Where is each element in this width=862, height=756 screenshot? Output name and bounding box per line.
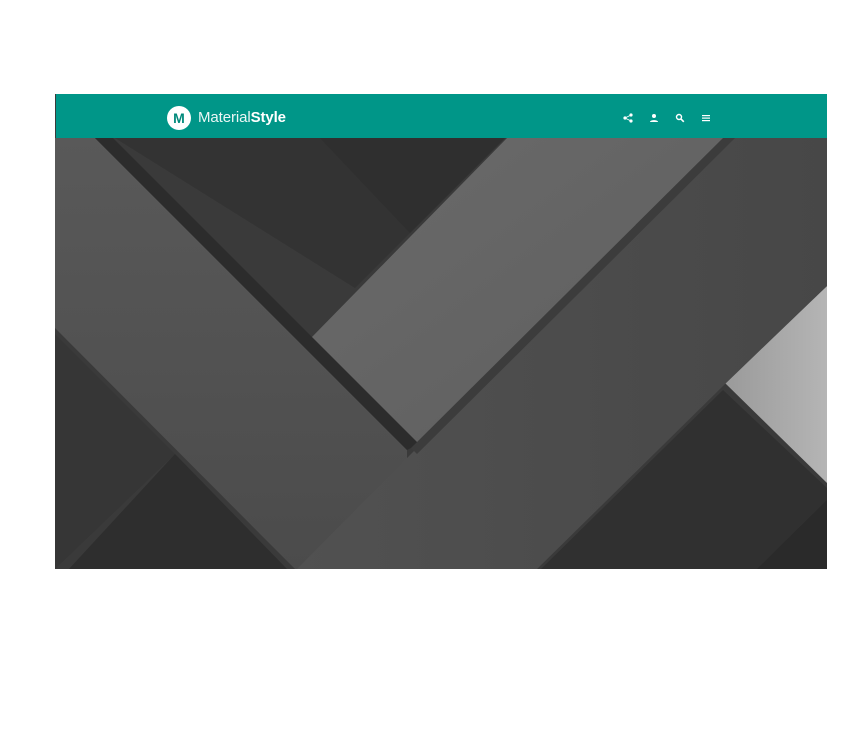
share-icon bbox=[623, 113, 633, 123]
app-window: M MaterialStyle bbox=[55, 94, 827, 569]
toolbar-actions bbox=[619, 109, 723, 127]
brand-name-bold: Style bbox=[250, 109, 286, 126]
share-button[interactable] bbox=[619, 109, 637, 127]
menu-button[interactable] bbox=[697, 109, 715, 127]
brand-name-light: Material bbox=[198, 109, 251, 126]
brand-link[interactable]: M MaterialStyle bbox=[167, 106, 286, 130]
brand-name: MaterialStyle bbox=[198, 106, 286, 130]
app-bar: M MaterialStyle bbox=[56, 94, 827, 138]
brand-logo: M bbox=[167, 106, 191, 130]
hero-background-image bbox=[55, 138, 827, 569]
search-icon bbox=[675, 113, 685, 123]
search-button[interactable] bbox=[671, 109, 689, 127]
person-icon bbox=[650, 114, 658, 122]
menu-icon bbox=[702, 115, 710, 122]
account-button[interactable] bbox=[645, 109, 663, 127]
